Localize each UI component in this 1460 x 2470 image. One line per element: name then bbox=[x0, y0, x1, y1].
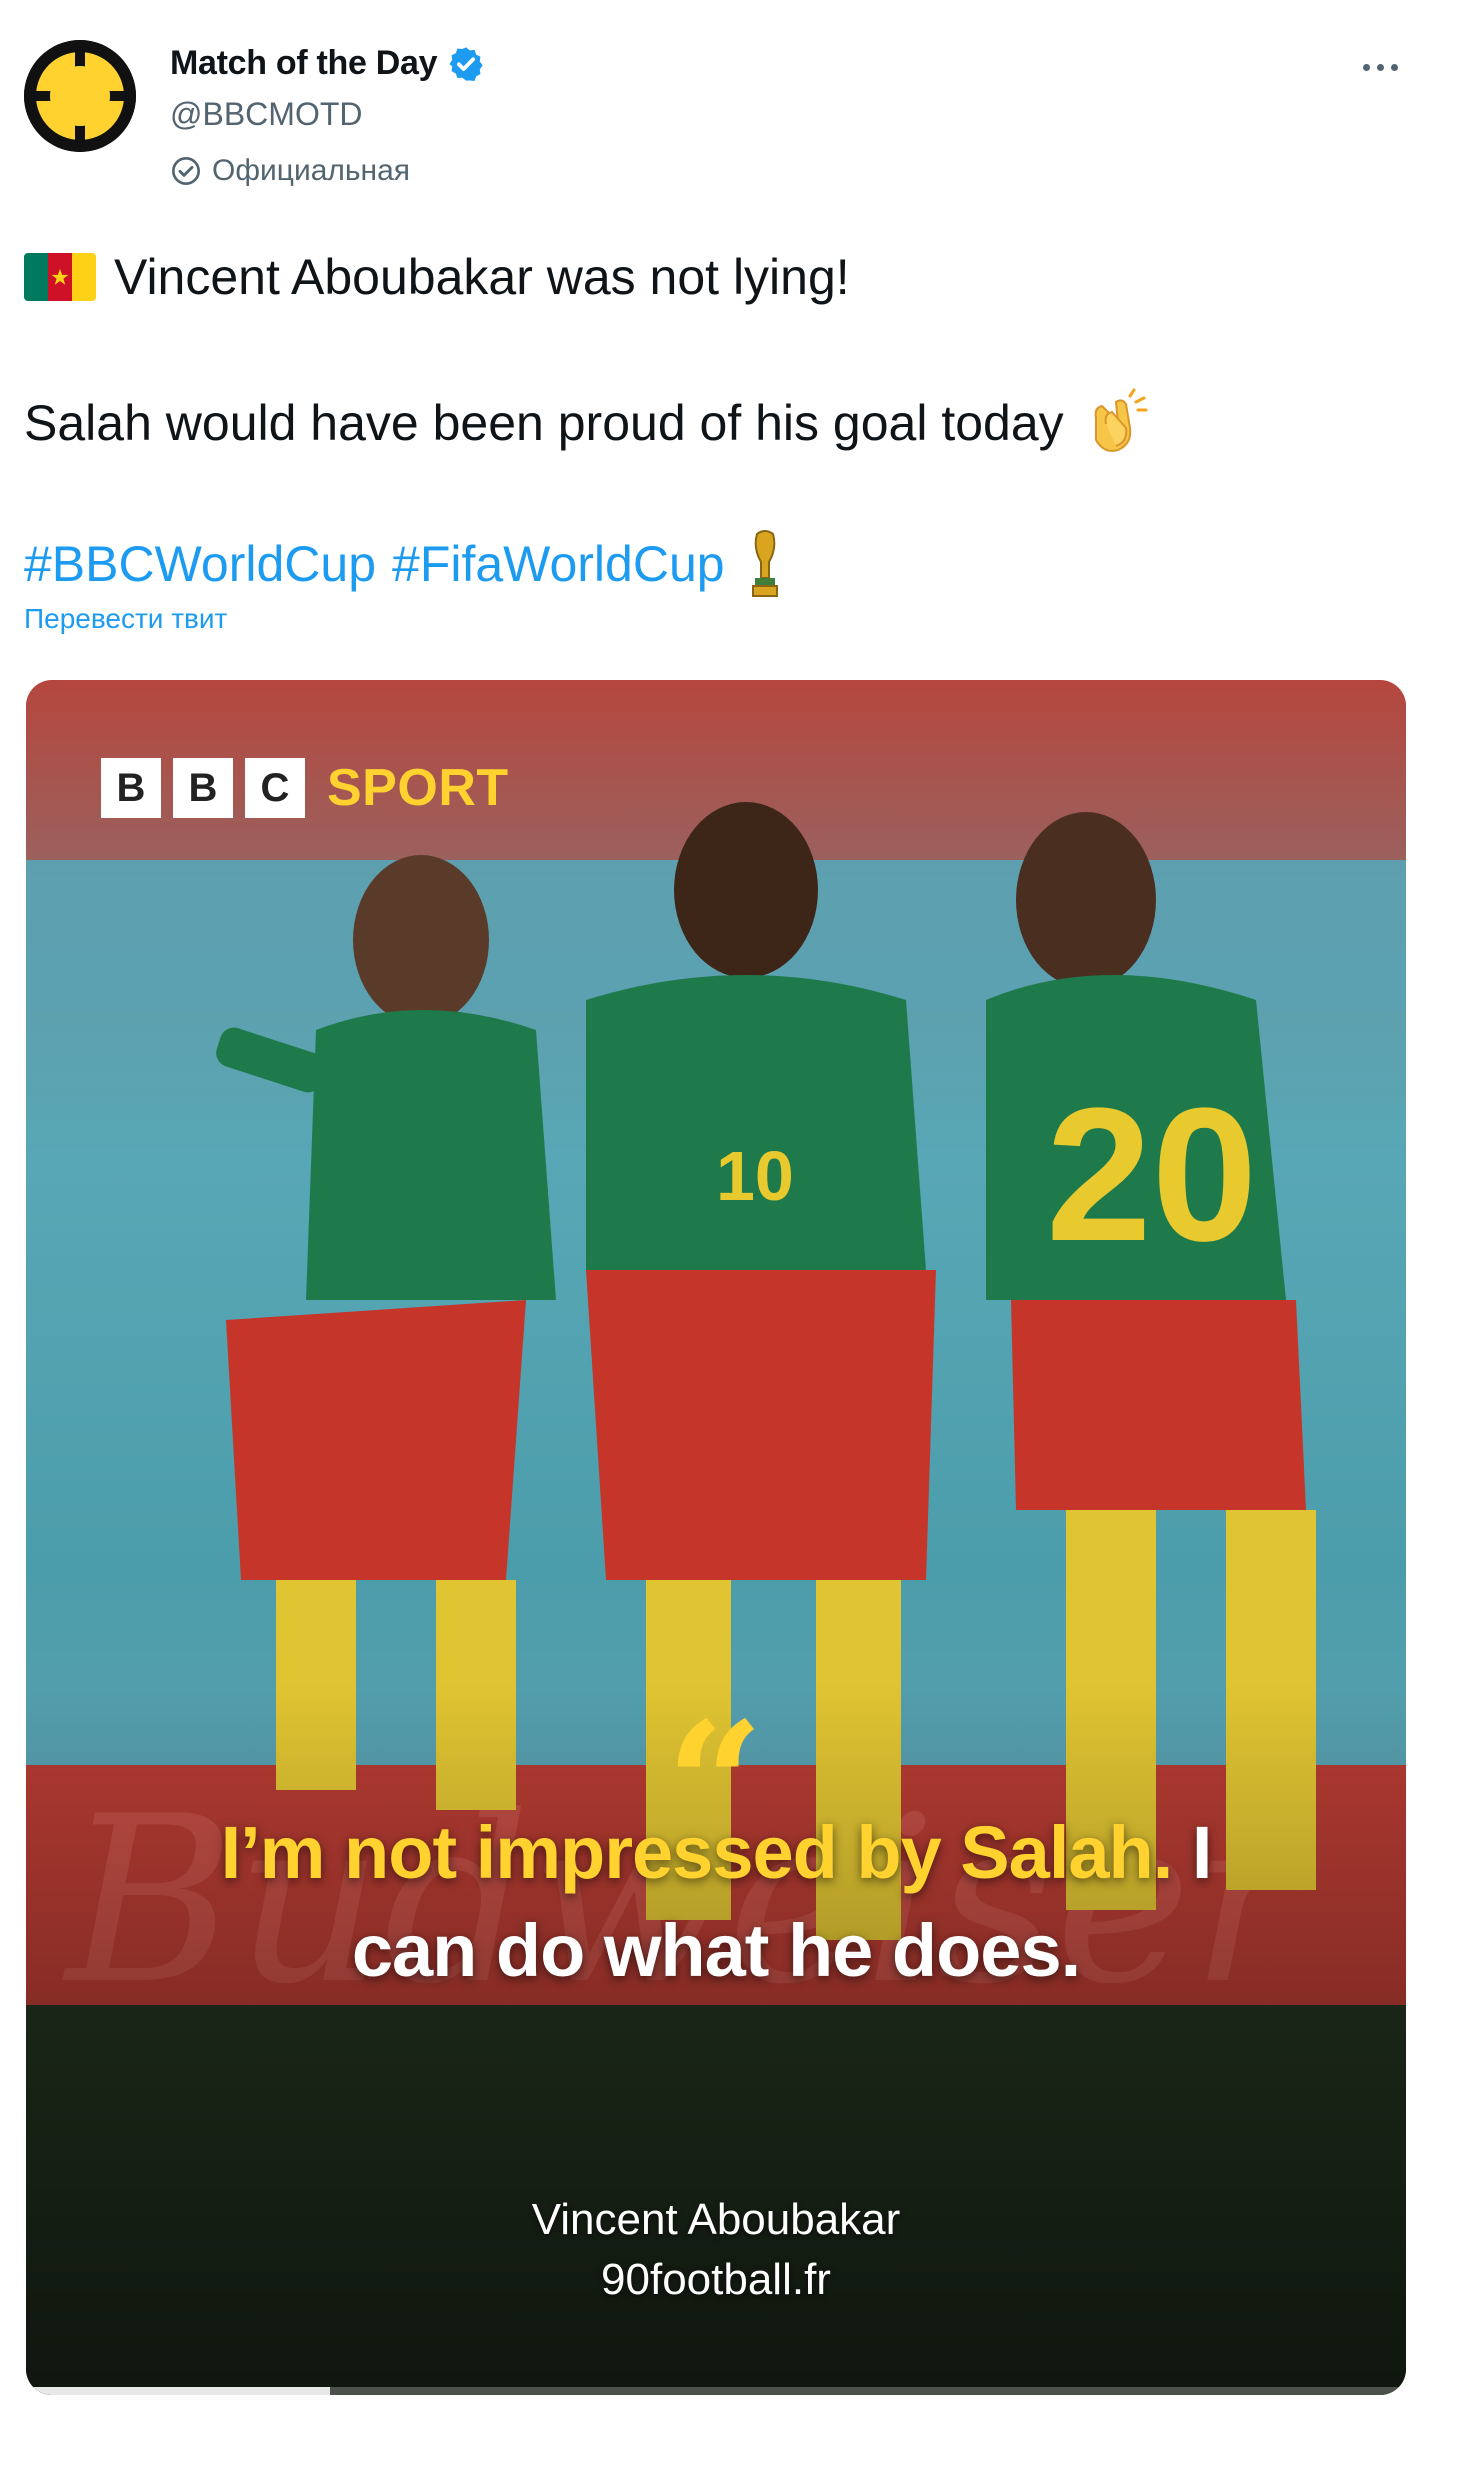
hashtag-link[interactable]: #BBCWorldCup bbox=[24, 535, 376, 593]
author-handle[interactable]: @BBCMOTD bbox=[170, 96, 362, 133]
tweet-text-line-1: Vincent Aboubakar was not lying! bbox=[24, 248, 850, 306]
tweet-text-line-2: Salah would have been proud of his goal … bbox=[24, 388, 1148, 458]
quote-line-1: I’m not impressed by Salah. I bbox=[26, 1810, 1406, 1895]
sport-word: SPORT bbox=[327, 759, 509, 817]
match-of-the-day-logo-icon bbox=[24, 40, 136, 152]
hashtag-link[interactable]: #FifaWorldCup bbox=[392, 535, 725, 593]
bbc-sport-logo: B B C SPORT bbox=[101, 758, 509, 818]
clapping-hands-icon bbox=[1094, 388, 1148, 452]
players-photo: Budweiser 10 bbox=[26, 680, 1406, 2395]
more-icon-dot bbox=[1362, 63, 1370, 71]
tweet: Match of the Day @BBCMOTD Официальная Vi… bbox=[0, 0, 1460, 2470]
more-icon-dot bbox=[1376, 63, 1384, 71]
official-icon bbox=[172, 157, 200, 185]
author-name-row: Match of the Day bbox=[170, 44, 485, 83]
trophy-icon bbox=[751, 530, 778, 597]
bbc-letter: C bbox=[245, 758, 305, 818]
more-button[interactable] bbox=[1340, 42, 1420, 92]
tweet-text-1: Vincent Aboubakar was not lying! bbox=[114, 249, 850, 305]
bbc-letter: B bbox=[173, 758, 233, 818]
tweet-hashtags: #BBCWorldCup #FifaWorldCup bbox=[24, 528, 787, 600]
avatar[interactable] bbox=[24, 40, 136, 152]
tweet-media-image[interactable]: Budweiser 10 bbox=[26, 680, 1406, 2395]
tweet-text-2: Salah would have been proud of his goal … bbox=[24, 395, 1064, 451]
quote-tail: I bbox=[1172, 1811, 1213, 1894]
more-icon-dot bbox=[1390, 63, 1398, 71]
quote-line-2: can do what he does. bbox=[351, 1909, 1081, 1992]
translate-tweet-link[interactable]: Перевести твит bbox=[24, 603, 227, 635]
media-progress-fill bbox=[26, 2387, 330, 2395]
author-display-name[interactable]: Match of the Day bbox=[170, 44, 438, 83]
quote-mark-icon: “ bbox=[666, 1685, 764, 1885]
svg-text:20: 20 bbox=[1046, 1069, 1257, 1281]
bbc-letter: B bbox=[101, 758, 161, 818]
verified-badge-icon bbox=[449, 46, 483, 81]
quote-highlight: I’m not impressed by Salah. bbox=[220, 1811, 1174, 1894]
cameroon-flag-icon bbox=[24, 253, 96, 301]
official-label: Официальная bbox=[212, 154, 411, 187]
quote-attribution-name: Vincent Aboubakar bbox=[531, 2195, 901, 2244]
svg-text:10: 10 bbox=[716, 1137, 794, 1215]
quote-attribution-source: 90football.fr bbox=[601, 2255, 831, 2304]
official-badge: Официальная bbox=[170, 154, 410, 188]
